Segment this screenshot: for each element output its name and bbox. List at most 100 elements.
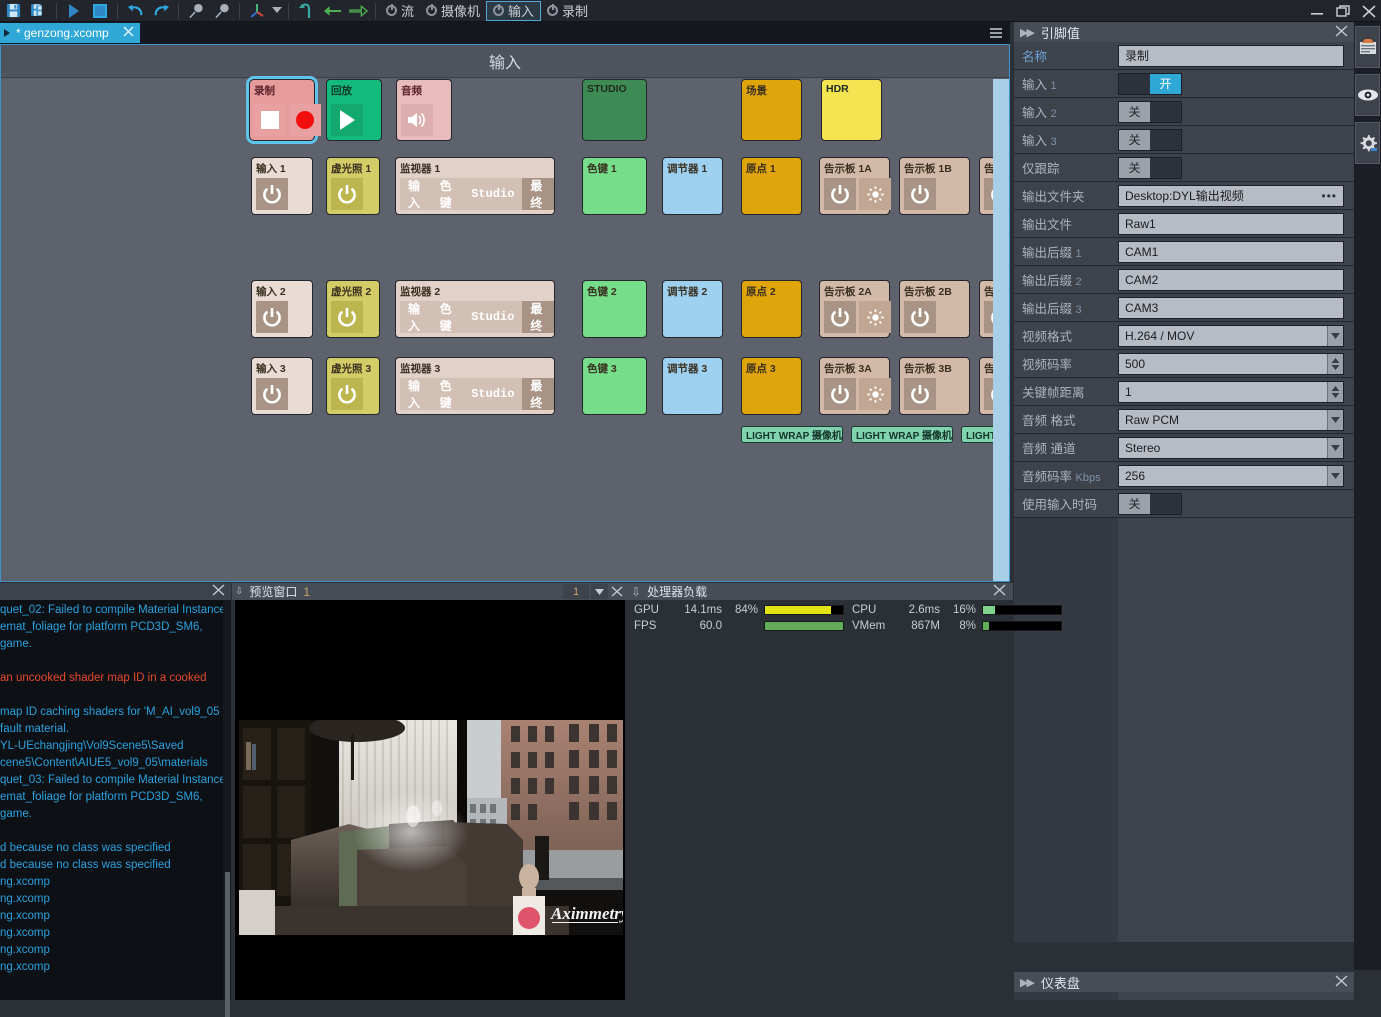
stop-button[interactable] xyxy=(254,104,286,136)
pin-toggle[interactable]: 关 xyxy=(1118,492,1182,515)
lightwrap-chip-1[interactable]: LIGHT WRAP 摄像机-1 xyxy=(741,426,843,443)
expand-icon[interactable]: ▶▶ xyxy=(1020,976,1035,989)
monitor-button-输入[interactable]: 输入 xyxy=(400,378,432,410)
pin-field-text[interactable]: Raw1 xyxy=(1118,212,1344,235)
node-origin3[interactable]: 原点 3 xyxy=(741,357,802,415)
tab-genzong-xcomp[interactable]: * genzong.xcomp xyxy=(0,23,140,43)
node-input2[interactable]: 输入 2 xyxy=(251,280,313,338)
node-record[interactable]: 录制 xyxy=(249,79,321,141)
pin-field-select[interactable]: Raw PCM xyxy=(1118,408,1344,431)
light-button[interactable] xyxy=(859,178,891,210)
mode-stream[interactable]: 流 xyxy=(380,1,420,21)
monitor-button-最终[interactable]: 最终 xyxy=(522,378,554,410)
monitor-button-输入[interactable]: 输入 xyxy=(400,178,432,210)
browse-icon[interactable]: ••• xyxy=(1321,189,1337,203)
light-button[interactable] xyxy=(859,301,891,333)
hamburger-icon[interactable] xyxy=(990,28,1002,40)
node-vignette1[interactable]: 虚光照 1 xyxy=(326,157,380,215)
toggle-off-half[interactable] xyxy=(1119,73,1150,94)
monitor-button-最终[interactable]: 最终 xyxy=(522,178,554,210)
node-hdr[interactable]: HDR xyxy=(821,79,882,141)
record-button[interactable] xyxy=(289,104,321,136)
power-button[interactable] xyxy=(824,378,856,410)
power-button[interactable] xyxy=(331,178,363,210)
pin-field-select[interactable]: H.264 / MOV xyxy=(1118,324,1344,347)
close-icon[interactable] xyxy=(608,584,625,599)
node-playback[interactable]: 回放 xyxy=(326,79,382,141)
close-icon[interactable] xyxy=(993,584,1006,599)
pin-field-spin[interactable]: 500 xyxy=(1118,352,1344,375)
node-monitor1[interactable]: 监视器 1 输入 色键 Studio 最终 xyxy=(395,157,555,215)
spinner-icon[interactable] xyxy=(1327,381,1343,402)
stop-icon[interactable] xyxy=(87,1,113,21)
node-adjust2[interactable]: 调节器 2 xyxy=(662,280,723,338)
node-origin2[interactable]: 原点 2 xyxy=(741,280,802,338)
toggle-off-half[interactable]: 关 xyxy=(1119,129,1150,150)
pin-field-browse[interactable]: Desktop:DYL输出视频 ••• xyxy=(1118,184,1344,207)
power-button[interactable] xyxy=(256,301,288,333)
power-button[interactable] xyxy=(256,378,288,410)
node-monitor2[interactable]: 监视器 2 输入 色键 Studio 最终 xyxy=(395,280,555,338)
pin-field-spin[interactable]: 1 xyxy=(1118,380,1344,403)
power-button[interactable] xyxy=(824,301,856,333)
node-adjust1[interactable]: 调节器 1 xyxy=(662,157,723,215)
panel-icon[interactable] xyxy=(1355,26,1380,68)
save-icon[interactable] xyxy=(0,1,26,21)
close-icon[interactable] xyxy=(212,584,225,599)
pin-field-select[interactable]: 256 xyxy=(1118,464,1344,487)
pin-field-text[interactable]: 录制 xyxy=(1118,44,1344,67)
chevron-down-icon[interactable] xyxy=(1327,465,1343,486)
gear-icon[interactable] xyxy=(1355,122,1380,164)
node-billboard2b[interactable]: 告示板 2B xyxy=(899,280,970,338)
collapse-icon[interactable]: ⇩ xyxy=(631,585,641,599)
node-input3[interactable]: 输入 3 xyxy=(251,357,313,415)
node-chroma1[interactable]: 色键 1 xyxy=(582,157,647,215)
save-as-icon[interactable] xyxy=(26,1,52,21)
lightwrap-chip-2[interactable]: LIGHT WRAP 摄像机-2 xyxy=(851,426,953,443)
power-button[interactable] xyxy=(904,178,936,210)
expand-icon[interactable]: ▶▶ xyxy=(1020,26,1035,39)
close-icon[interactable] xyxy=(1335,974,1348,990)
chevron-down-icon[interactable] xyxy=(1327,409,1343,430)
power-button[interactable] xyxy=(904,378,936,410)
pin-field-text[interactable]: CAM3 xyxy=(1118,296,1344,319)
preview-source-select[interactable]: 1 xyxy=(563,584,589,599)
node-adjust3[interactable]: 调节器 3 xyxy=(662,357,723,415)
light-button[interactable] xyxy=(859,378,891,410)
forward-arrow-icon[interactable] xyxy=(345,1,371,21)
monitor-button-最终[interactable]: 最终 xyxy=(522,301,554,333)
restore-icon[interactable] xyxy=(1335,3,1351,19)
monitor-button-Studio[interactable]: Studio xyxy=(463,178,523,210)
node-billboard3b[interactable]: 告示板 3B xyxy=(899,357,970,415)
chevron-down-icon[interactable] xyxy=(270,1,284,21)
node-studio[interactable]: STUDIO xyxy=(582,79,647,141)
undo-icon[interactable] xyxy=(122,1,148,21)
node-canvas[interactable]: 录制 回放 音频 STUDIO 场景 HDR 输入 1 虚光照 1 监视器 1 输入 色键 Studi… xyxy=(1,79,1009,581)
toggle-on-half[interactable] xyxy=(1150,101,1181,122)
node-chroma2[interactable]: 色键 2 xyxy=(582,280,647,338)
minimize-icon[interactable] xyxy=(1309,3,1325,19)
toggle-off-half[interactable]: 关 xyxy=(1119,101,1150,122)
node-audio[interactable]: 音频 xyxy=(396,79,452,141)
toggle-on-half[interactable] xyxy=(1150,129,1181,150)
toggle-off-half[interactable]: 关 xyxy=(1119,493,1150,514)
play-button[interactable] xyxy=(331,104,363,136)
toggle-on-half[interactable]: 开 xyxy=(1150,73,1181,94)
spinner-icon[interactable] xyxy=(1327,353,1343,374)
node-scene[interactable]: 场景 xyxy=(741,79,802,141)
node-billboard1b[interactable]: 告示板 1B xyxy=(899,157,970,215)
power-button[interactable] xyxy=(331,301,363,333)
eye-icon[interactable] xyxy=(1355,74,1380,116)
close-icon[interactable] xyxy=(1361,3,1377,19)
toggle-on-half[interactable] xyxy=(1150,157,1181,178)
node-input1[interactable]: 输入 1 xyxy=(251,157,313,215)
node-billboard2a[interactable]: 告示板 2A xyxy=(819,280,891,338)
monitor-button-Studio[interactable]: Studio xyxy=(463,378,523,410)
pin-toggle[interactable]: 关 xyxy=(1118,156,1182,179)
zoom-out-icon[interactable] xyxy=(209,1,235,21)
pin-field-text[interactable]: CAM2 xyxy=(1118,268,1344,291)
node-chroma3[interactable]: 色键 3 xyxy=(582,357,647,415)
pin-toggle[interactable]: 关 xyxy=(1118,100,1182,123)
preview-viewport[interactable]: Aximmetry xyxy=(235,600,625,1000)
toggle-off-half[interactable]: 关 xyxy=(1119,157,1150,178)
